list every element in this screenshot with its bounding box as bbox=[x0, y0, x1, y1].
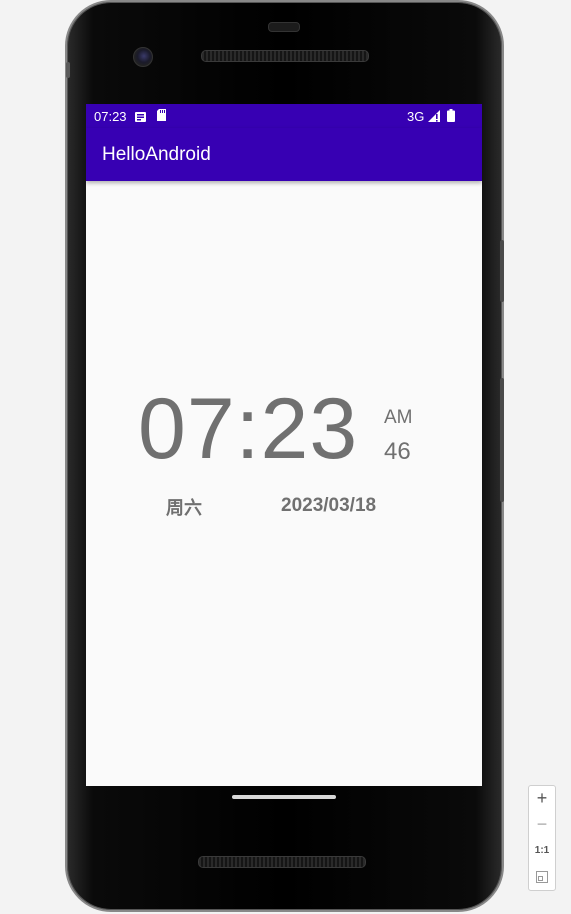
status-time: 07:23 bbox=[94, 109, 127, 124]
signal-icon bbox=[428, 110, 440, 125]
fit-screen-icon[interactable] bbox=[529, 870, 555, 888]
actual-size-button[interactable]: 1:1 bbox=[529, 845, 555, 856]
bottom-speaker bbox=[198, 856, 366, 868]
top-sensor bbox=[268, 22, 300, 32]
weekday-label: 周六 bbox=[166, 498, 202, 519]
am-pm-indicator: AM bbox=[384, 407, 413, 428]
notification-icon bbox=[135, 110, 146, 125]
clock-time: 07:23 bbox=[138, 381, 359, 477]
clock-seconds: 46 bbox=[384, 438, 411, 465]
power-button bbox=[500, 240, 504, 302]
network-type: 3G bbox=[407, 109, 425, 124]
volume-button bbox=[500, 378, 504, 502]
front-camera bbox=[133, 47, 153, 67]
zoom-out-button[interactable]: − bbox=[529, 814, 555, 835]
app-title: HelloAndroid bbox=[102, 144, 211, 165]
status-bar: 07:23 3G bbox=[86, 104, 482, 128]
home-gesture-handle[interactable] bbox=[232, 795, 336, 799]
screen: 07:23 3G HelloAndroid 07:23 AM 46 周六 202… bbox=[86, 104, 482, 786]
left-edge-accent bbox=[66, 62, 70, 78]
earpiece-speaker bbox=[201, 50, 369, 62]
battery-icon bbox=[447, 109, 455, 125]
app-bar: HelloAndroid bbox=[86, 128, 482, 181]
zoom-controls: + − 1:1 bbox=[528, 785, 556, 891]
zoom-in-button[interactable]: + bbox=[529, 788, 555, 809]
sd-card-icon bbox=[157, 109, 166, 124]
date-label: 2023/03/18 bbox=[281, 495, 377, 516]
